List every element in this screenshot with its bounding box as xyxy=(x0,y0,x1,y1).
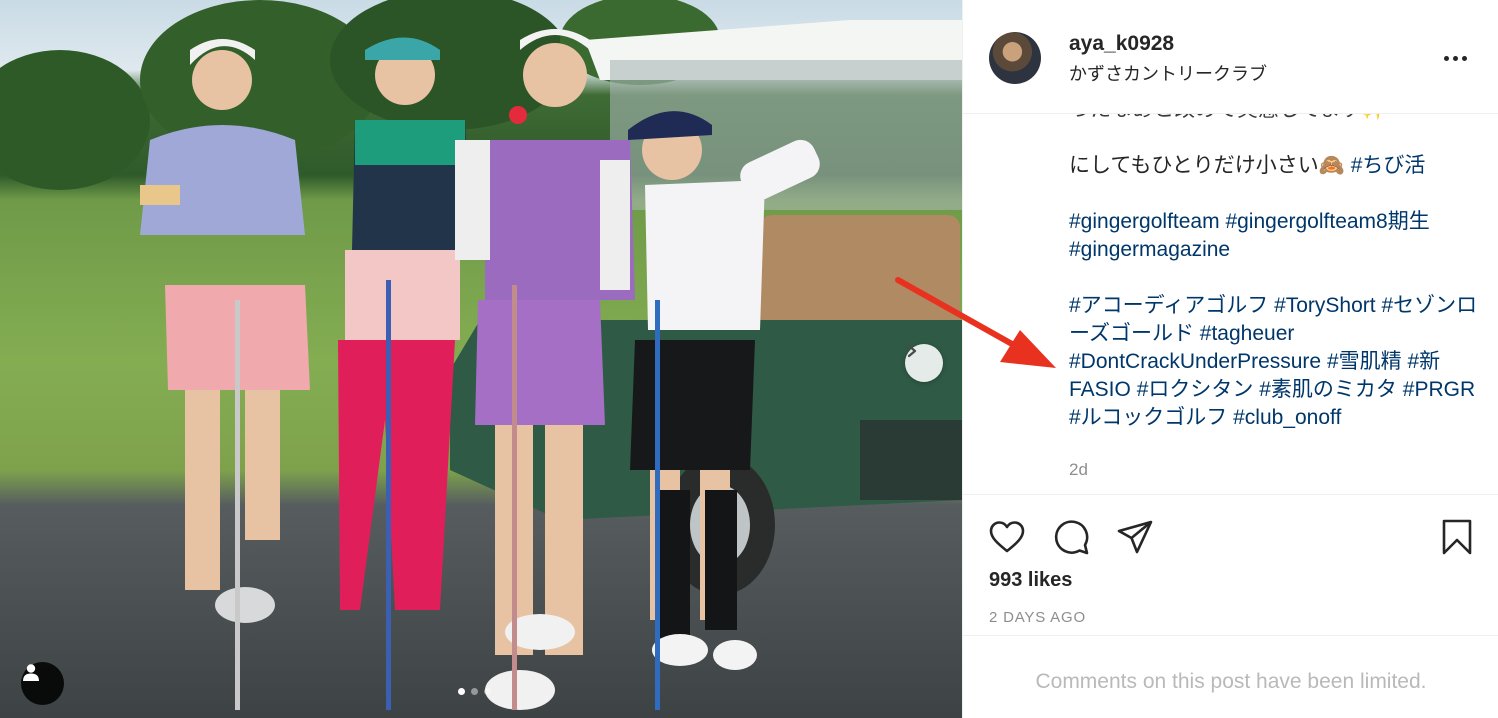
user-tag-icon xyxy=(23,664,39,681)
hashtag-link[interactable]: #gingergolfteam8期生 xyxy=(1225,210,1429,233)
photo-illustration xyxy=(0,0,962,710)
chevron-right-icon xyxy=(907,344,917,358)
post-actions: 993 likes 2 DAYS AGO xyxy=(963,494,1498,636)
post-details-panel: ったなあと改めて実感してます✨ にしてもひとりだけ小さい🙈 #ちび活 #ging… xyxy=(962,0,1498,718)
carousel-dot xyxy=(458,688,465,695)
heart-icon xyxy=(989,521,1025,553)
post-caption: ったなあと改めて実感してます✨ にしてもひとりだけ小さい🙈 #ちび活 #ging… xyxy=(1069,96,1479,432)
hashtag-link[interactable]: #gingermagazine xyxy=(1069,238,1230,261)
post-photo[interactable] xyxy=(0,0,962,718)
username-link[interactable]: aya_k0928 xyxy=(1069,32,1174,56)
caption-line: にしてもひとりだけ小さい🙈 #ちび活 xyxy=(1069,152,1479,180)
caption-time-ago: 2d xyxy=(1069,460,1088,479)
share-icon xyxy=(1117,520,1153,554)
tagged-users-button[interactable] xyxy=(21,662,64,705)
hashtag-link[interactable]: #PRGR xyxy=(1403,378,1475,401)
hashtag-link[interactable]: #tagheuer xyxy=(1200,322,1295,345)
share-button[interactable] xyxy=(1115,517,1155,557)
caption-text: にしてもひとりだけ小さい🙈 xyxy=(1069,154,1345,177)
comments-limited-notice: Comments on this post have been limited. xyxy=(1035,670,1427,693)
hashtag-link[interactable]: #ちび活 xyxy=(1351,154,1426,177)
more-options-icon[interactable] xyxy=(1438,48,1472,68)
hashtag-link[interactable]: #ルコックゴルフ xyxy=(1069,406,1227,429)
hashtag-group-1: #gingergolfteam #gingergolfteam8期生 #ging… xyxy=(1069,208,1479,264)
post-header: aya_k0928 かずさカントリークラブ xyxy=(963,0,1498,114)
hashtag-link[interactable]: #雪肌精 xyxy=(1327,350,1402,373)
carousel-dot xyxy=(471,688,478,695)
carousel-indicator xyxy=(458,688,491,695)
hashtag-link[interactable]: #ロクシタン xyxy=(1137,378,1254,401)
hashtag-link[interactable]: #DontCrackUnderPressure xyxy=(1069,350,1321,373)
carousel-next-button[interactable] xyxy=(905,344,943,382)
comment-button[interactable] xyxy=(1051,517,1091,557)
location-link[interactable]: かずさカントリークラブ xyxy=(1069,60,1267,86)
avatar[interactable] xyxy=(989,32,1041,84)
hashtag-link[interactable]: #gingergolfteam xyxy=(1069,210,1220,233)
hashtag-link[interactable]: #ToryShort xyxy=(1274,294,1376,317)
comment-icon xyxy=(1054,520,1089,555)
hashtag-link[interactable]: #素肌のミカタ xyxy=(1259,378,1397,401)
post-date: 2 DAYS AGO xyxy=(989,609,1086,626)
save-button[interactable] xyxy=(1437,517,1477,557)
hashtag-link[interactable]: #club_onoff xyxy=(1233,406,1341,429)
bookmark-icon xyxy=(1442,519,1472,555)
carousel-dot xyxy=(484,688,491,695)
hashtag-group-2: #アコーディアゴルフ #ToryShort #セゾンローズゴールド #taghe… xyxy=(1069,292,1479,432)
hashtag-link[interactable]: #アコーディアゴルフ xyxy=(1069,294,1268,317)
likes-count[interactable]: 993 likes xyxy=(989,569,1072,592)
like-button[interactable] xyxy=(987,517,1027,557)
